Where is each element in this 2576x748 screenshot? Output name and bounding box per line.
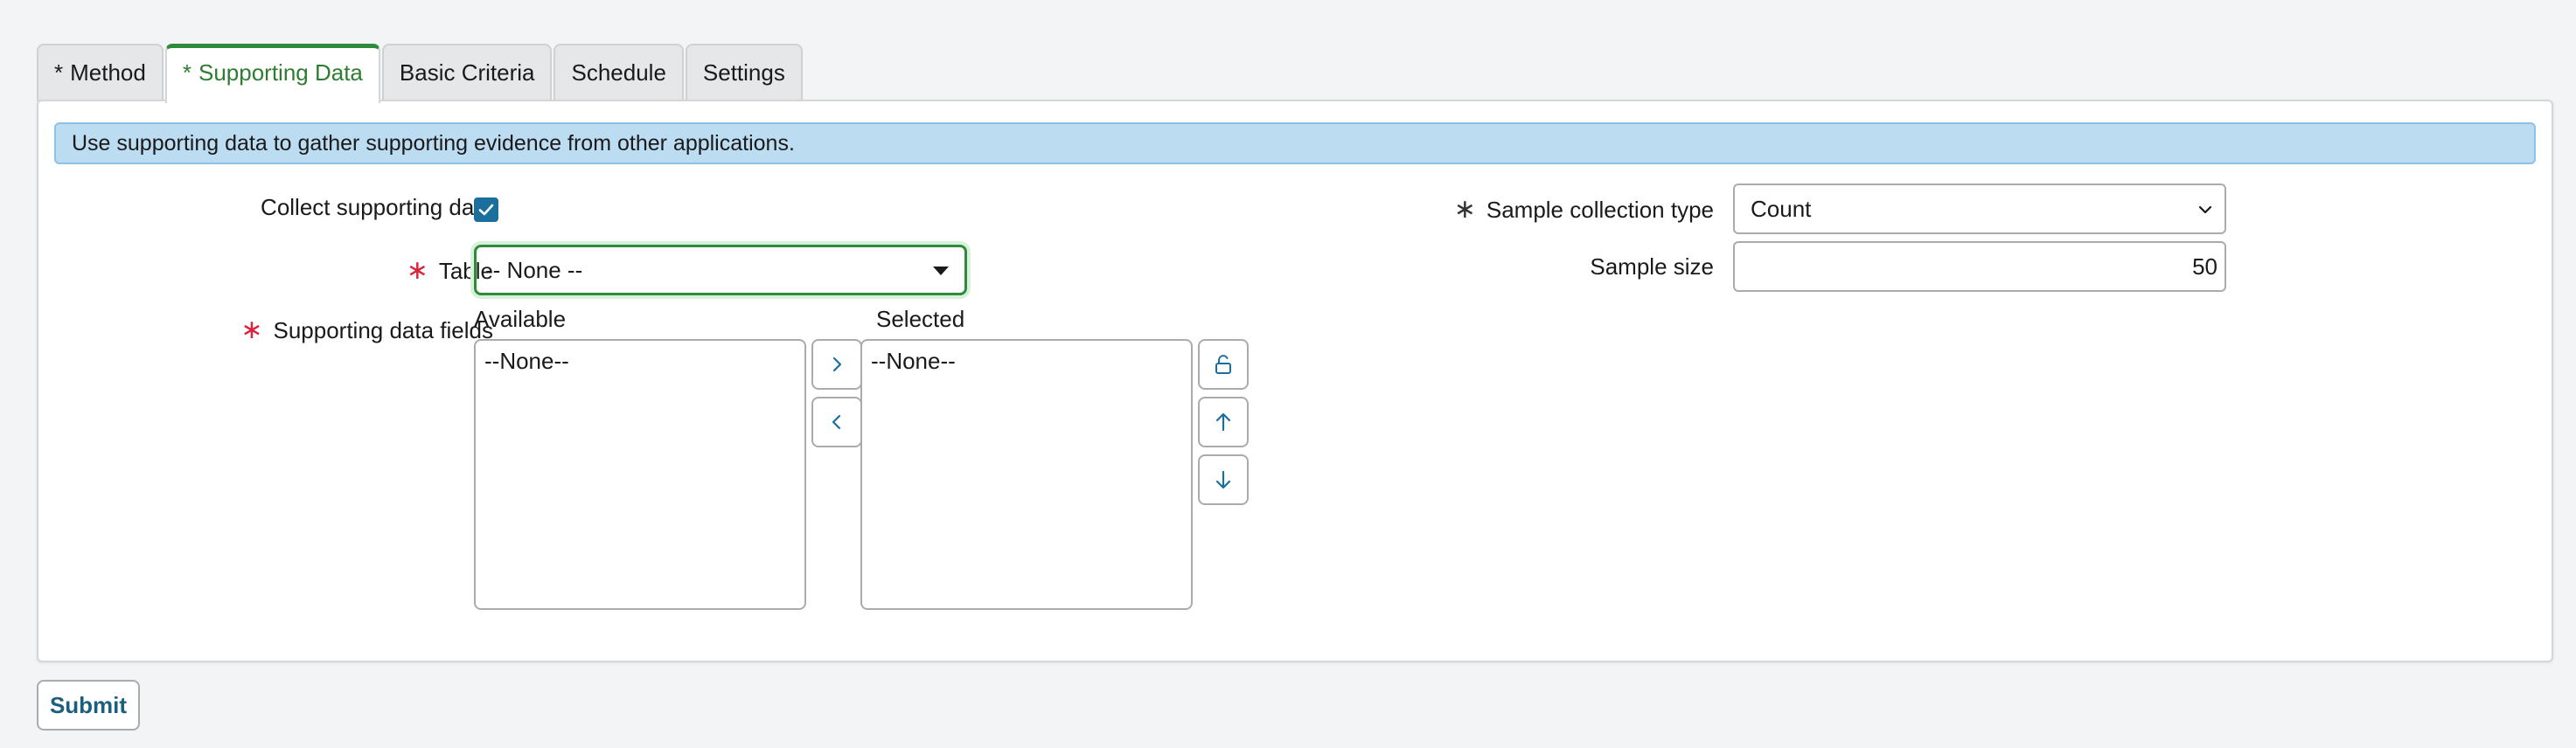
tab-basic-criteria[interactable]: Basic Criteria <box>381 44 553 101</box>
move-up-button[interactable] <box>1198 397 1249 447</box>
sample-collection-type-value: Count <box>1751 196 1812 222</box>
sample-size-label: Sample size <box>1590 253 1714 280</box>
arrow-up-icon <box>1215 412 1231 432</box>
table-select-value: -- None -- <box>485 257 583 283</box>
supporting-data-panel: Use supporting data to gather supporting… <box>37 100 2553 662</box>
table-select[interactable]: -- None -- <box>474 245 967 295</box>
move-right-button[interactable] <box>811 339 862 390</box>
arrow-down-icon <box>1215 470 1231 489</box>
list-item[interactable]: --None-- <box>484 348 796 375</box>
unlock-button[interactable] <box>1198 339 1249 390</box>
supporting-data-fields-label: ∗ Supporting data fields <box>240 315 493 345</box>
chevron-right-icon <box>832 357 842 372</box>
collect-supporting-data-checkbox[interactable] <box>474 197 498 222</box>
chevron-down-icon <box>2198 205 2212 214</box>
tab-label: Basic Criteria <box>399 59 535 86</box>
tab-bar: * Method * Supporting Data Basic Criteria … <box>37 44 804 103</box>
required-asterisk-icon: ∗ <box>240 315 263 344</box>
required-star: * <box>182 59 191 86</box>
selected-label: Selected <box>876 306 965 332</box>
tab-label: Schedule <box>571 59 666 86</box>
collect-supporting-data-label: Collect supporting data <box>261 194 493 220</box>
tab-supporting-data[interactable]: * Supporting Data <box>164 44 380 103</box>
required-asterisk-icon: ∗ <box>406 256 428 285</box>
required-asterisk-icon: ∗ <box>1453 195 1476 224</box>
sample-collection-type-label: ∗ Sample collection type <box>1454 194 1714 225</box>
sample-size-input[interactable]: 50 <box>1733 241 2226 292</box>
tab-label: Method <box>70 59 146 86</box>
caret-down-icon <box>933 267 949 275</box>
move-down-button[interactable] <box>1198 454 1249 505</box>
unlock-icon <box>1215 355 1231 374</box>
tab-label: Settings <box>702 59 785 86</box>
selected-listbox[interactable]: --None-- <box>860 339 1193 610</box>
sample-collection-type-label-text: Sample collection type <box>1486 197 1714 223</box>
info-message: Use supporting data to gather supporting… <box>54 122 2536 164</box>
tab-settings[interactable]: Settings <box>685 44 803 101</box>
sample-collection-type-select[interactable]: Count <box>1733 184 2226 234</box>
tab-method[interactable]: * Method <box>37 44 164 101</box>
list-item[interactable]: --None-- <box>871 348 1182 375</box>
tab-label: Supporting Data <box>198 59 363 86</box>
submit-button[interactable]: Submit <box>37 680 140 731</box>
required-star: * <box>54 59 64 86</box>
tab-schedule[interactable]: Schedule <box>553 44 684 101</box>
chevron-left-icon <box>832 414 841 430</box>
available-listbox[interactable]: --None-- <box>474 339 806 610</box>
move-left-button[interactable] <box>811 397 862 447</box>
check-icon <box>478 204 494 216</box>
available-label: Available <box>474 306 567 332</box>
supporting-data-fields-label-text: Supporting data fields <box>273 317 493 343</box>
